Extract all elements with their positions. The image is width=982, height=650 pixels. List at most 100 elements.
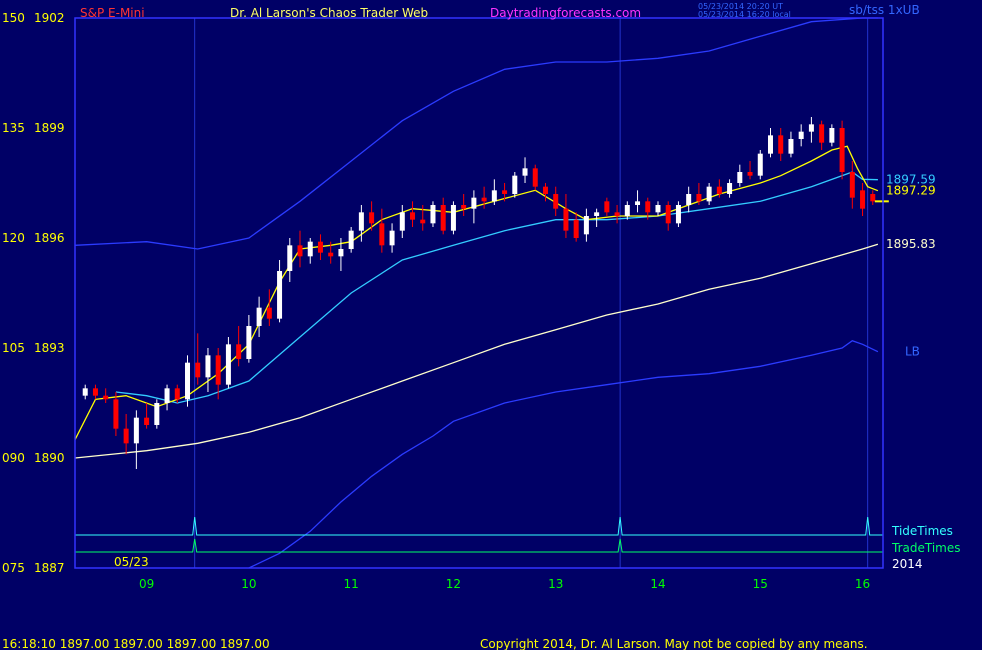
candle-body [348, 230, 354, 249]
candle-body [246, 326, 252, 359]
candle-body [512, 175, 518, 194]
candle-body [573, 219, 579, 238]
candle-body [379, 223, 385, 246]
candle-body [450, 205, 456, 231]
y-tick-left-label: 150 [2, 11, 25, 25]
candle-body [808, 124, 814, 132]
candle-body [696, 194, 702, 202]
candle-body [215, 355, 221, 385]
bands-label: sb/tss 1xUB [849, 3, 920, 17]
x-tick-label: 10 [241, 577, 256, 591]
chart-canvas: 150 1902 135 1899 120 1896 105 1893 090 1890 075 18… [0, 0, 982, 650]
candle-body [614, 212, 620, 216]
copyright: Copyright 2014, Dr. Al Larson. May not b… [480, 637, 868, 650]
candle-body [317, 241, 323, 253]
candle-body [645, 201, 651, 213]
candle-body [532, 168, 538, 187]
candle-body [778, 135, 784, 154]
candle-body [849, 172, 855, 198]
candle-body [839, 128, 845, 172]
candle-body [174, 388, 180, 400]
candle-body [113, 399, 119, 429]
candle-body [185, 362, 191, 400]
candle-body [195, 362, 201, 378]
site-title: Dr. Al Larson's Chaos Trader Web [230, 6, 428, 20]
candle-body [502, 190, 508, 194]
candle-body [553, 194, 559, 209]
candle-body [686, 194, 692, 205]
candle-body [563, 208, 569, 231]
y-tick-left-label: 105 [2, 341, 25, 355]
candle-body [328, 252, 334, 257]
candle-body [747, 172, 753, 176]
candle-body [307, 241, 313, 257]
x-tick-label: 13 [548, 577, 563, 591]
candle-body [420, 219, 426, 224]
candle-body [82, 388, 88, 396]
candle-body [297, 245, 303, 257]
candle-body [154, 403, 160, 425]
candle-body [399, 212, 405, 231]
candle-body [103, 395, 109, 400]
x-tick-label: 12 [446, 577, 461, 591]
quote-line: 16:18:10 1897.00 1897.00 1897.00 1897.00 [2, 637, 270, 650]
y-tick-price-label: 1890 [34, 451, 65, 465]
y-tick-left-label: 090 [2, 451, 25, 465]
timestamp-local: 05/23/2014 16:20 local [698, 10, 791, 19]
x-tick-label: 09 [139, 577, 154, 591]
series-label-ema-fast: 1897.29 [886, 184, 936, 198]
candle-body [471, 197, 477, 209]
y-tick-left-label: 135 [2, 121, 25, 135]
series-label-tide-times: TideTimes [891, 524, 953, 538]
candle-body [287, 245, 293, 271]
candle-body [389, 230, 395, 246]
candle-body [655, 205, 661, 213]
candle-body [737, 172, 743, 183]
candle-body [491, 190, 497, 202]
candle-body [870, 194, 876, 202]
candle-body [665, 205, 671, 224]
candle-body [266, 307, 272, 319]
candle-body [123, 428, 129, 444]
candle-body [819, 124, 825, 143]
site-url[interactable]: Daytradingforecasts.com [490, 6, 641, 20]
candle-body [860, 190, 866, 209]
candle-body [829, 128, 835, 143]
candle-body [144, 417, 150, 425]
candle-body [624, 205, 630, 216]
candle-body [788, 139, 794, 154]
instrument-title: S&P E-Mini [80, 6, 145, 20]
candle-body [430, 205, 436, 224]
candle-body [604, 201, 610, 213]
candle-body [594, 212, 600, 216]
year-label: 2014 [892, 557, 923, 571]
candle-body [522, 168, 528, 176]
date-label: 05/23 [114, 555, 149, 569]
candle-body [205, 355, 211, 378]
x-tick-label: 14 [650, 577, 665, 591]
x-tick-label: 11 [344, 577, 359, 591]
candle-body [706, 186, 712, 202]
candle-body [635, 201, 641, 205]
y-tick-price-label: 1902 [34, 11, 65, 25]
candle-body [236, 344, 242, 359]
y-tick-left-label: 075 [2, 561, 25, 575]
x-tick-label: 15 [753, 577, 768, 591]
candle-body [338, 249, 344, 257]
y-tick-price-label: 1893 [34, 341, 65, 355]
candle-body [757, 153, 763, 176]
x-tick-label: 16 [855, 577, 870, 591]
candle-body [542, 186, 548, 194]
candle-body [461, 205, 467, 209]
candle-body [277, 271, 283, 319]
candle-body [133, 417, 139, 444]
candle-body [727, 183, 733, 194]
candle-body [369, 212, 375, 224]
candle-body [440, 205, 446, 231]
y-tick-price-label: 1899 [34, 121, 65, 135]
series-label-trade-times: TradeTimes [891, 541, 960, 555]
candle-body [164, 388, 170, 403]
candle-body [410, 212, 416, 220]
candle-body [225, 344, 231, 385]
candle-body [358, 212, 364, 231]
